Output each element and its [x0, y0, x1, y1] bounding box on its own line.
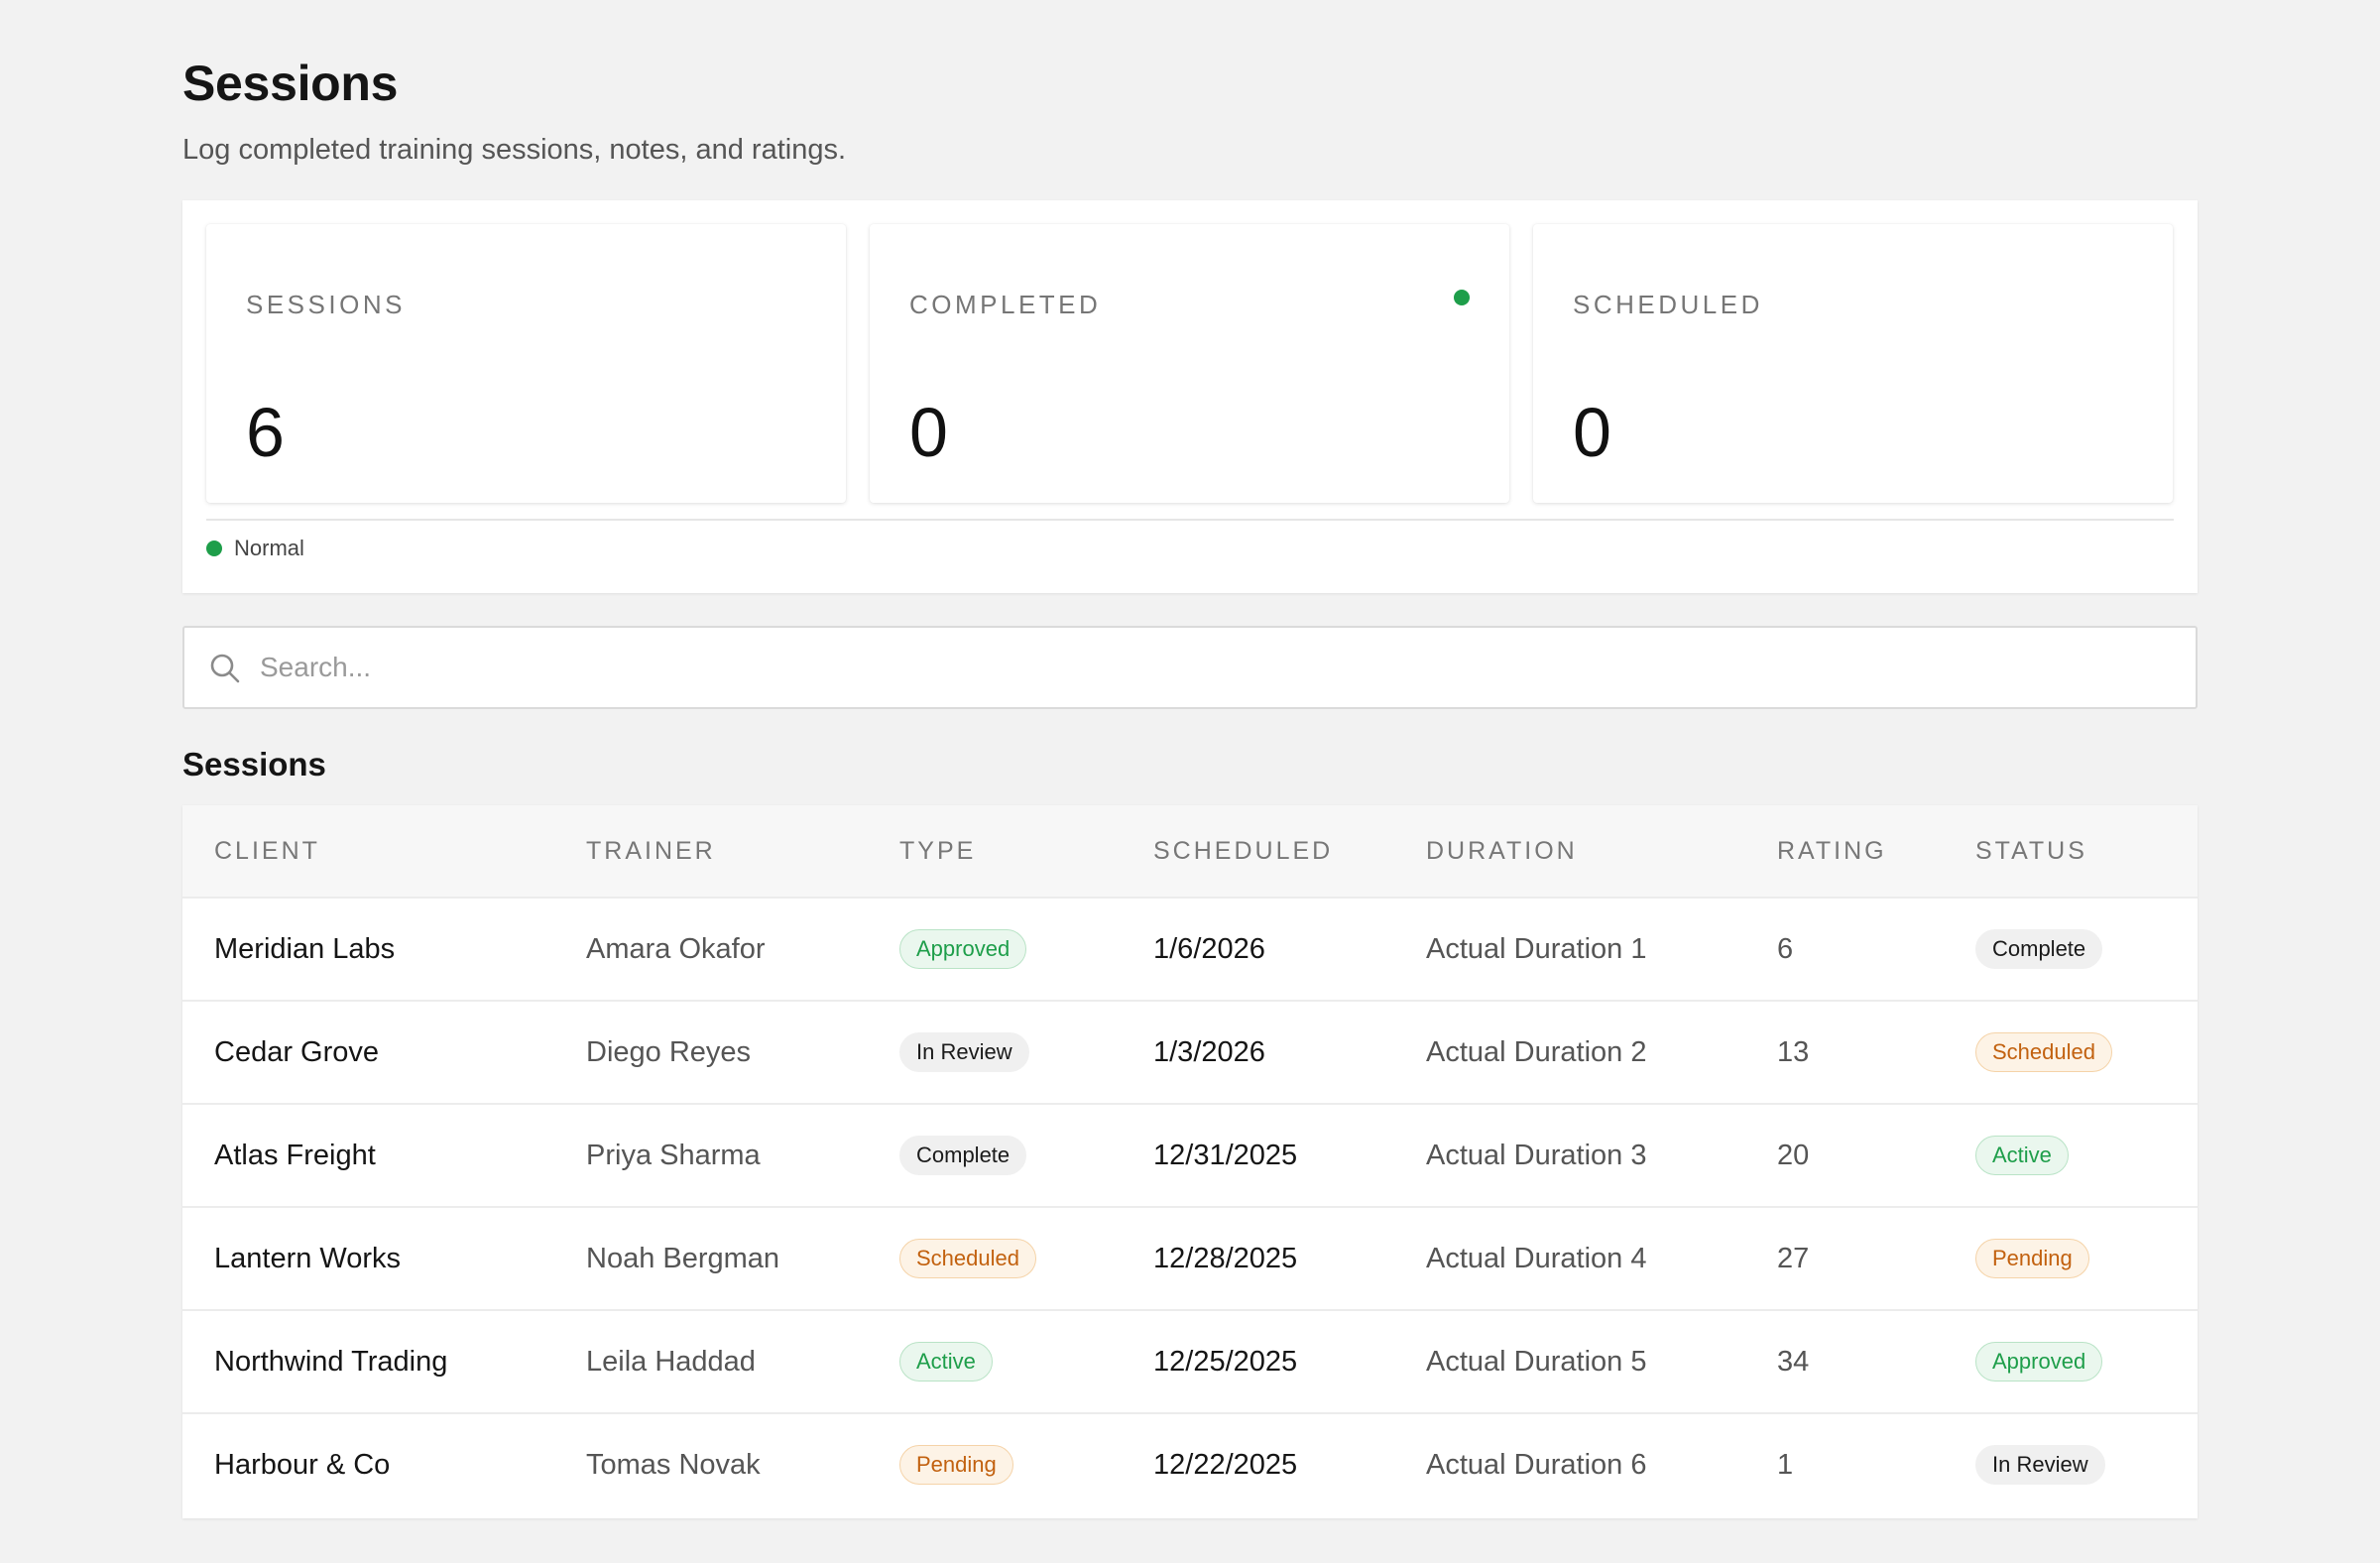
- cell-client: Northwind Trading: [214, 1345, 448, 1378]
- cell-duration: Actual Duration 6: [1426, 1448, 1647, 1481]
- status-badge: Complete: [1975, 929, 2103, 969]
- stats-panel: SESSIONS 6 COMPLETED 0 SCHEDULED 0: [182, 200, 2198, 593]
- cell-rating: 27: [1777, 1242, 1810, 1274]
- status-label: Normal: [234, 536, 304, 560]
- table-row[interactable]: Cedar Grove Diego Reyes In Review 1/3/20…: [182, 1000, 2198, 1103]
- table-row[interactable]: Lantern Works Noah Bergman Scheduled 12/…: [182, 1206, 2198, 1309]
- cell-trainer: Leila Haddad: [586, 1345, 756, 1378]
- cell-scheduled: 12/22/2025: [1153, 1448, 1298, 1481]
- page-subtitle: Log completed training sessions, notes, …: [182, 134, 847, 166]
- cell-client: Meridian Labs: [214, 932, 396, 965]
- cell-duration: Actual Duration 2: [1426, 1035, 1647, 1068]
- cell-duration: Actual Duration 3: [1426, 1139, 1647, 1171]
- column-header-client[interactable]: CLIENT: [214, 837, 320, 866]
- table-row[interactable]: Meridian Labs Amara Okafor Approved 1/6/…: [182, 897, 2198, 1000]
- stat-value: 0: [1573, 394, 1611, 471]
- table-row[interactable]: Harbour & Co Tomas Novak Pending 12/22/2…: [182, 1412, 2198, 1515]
- cell-rating: 1: [1777, 1448, 1794, 1481]
- cell-scheduled: 1/3/2026: [1153, 1035, 1265, 1068]
- cell-client: Cedar Grove: [214, 1035, 380, 1068]
- status-badge: Active: [1975, 1136, 2069, 1175]
- column-header-trainer[interactable]: TRAINER: [586, 837, 716, 866]
- cell-trainer: Diego Reyes: [586, 1035, 752, 1068]
- column-header-duration[interactable]: DURATION: [1426, 837, 1578, 866]
- column-header-type[interactable]: TYPE: [899, 837, 976, 866]
- status-indicator: Normal: [206, 536, 304, 561]
- cell-rating: 6: [1777, 932, 1794, 965]
- cell-client: Lantern Works: [214, 1242, 402, 1274]
- cell-client: Harbour & Co: [214, 1448, 391, 1481]
- column-header-scheduled[interactable]: SCHEDULED: [1153, 837, 1333, 866]
- type-badge: In Review: [899, 1032, 1029, 1072]
- section-title: Sessions: [182, 746, 326, 782]
- status-dot-icon: [1454, 290, 1470, 305]
- type-badge: Scheduled: [899, 1239, 1036, 1278]
- stat-value: 0: [909, 394, 948, 471]
- search-box[interactable]: [182, 626, 2198, 709]
- column-header-status[interactable]: STATUS: [1975, 837, 2087, 866]
- status-badge: Approved: [1975, 1342, 2103, 1382]
- cell-trainer: Noah Bergman: [586, 1242, 780, 1274]
- stat-card-sessions: SESSIONS 6: [206, 224, 846, 503]
- cell-rating: 20: [1777, 1139, 1810, 1171]
- cell-trainer: Priya Sharma: [586, 1139, 761, 1171]
- type-badge: Active: [899, 1342, 993, 1382]
- cell-rating: 34: [1777, 1345, 1810, 1378]
- type-badge: Pending: [899, 1445, 1013, 1485]
- stat-value: 6: [246, 394, 285, 471]
- search-icon: [210, 654, 240, 683]
- stat-card-completed: COMPLETED 0: [870, 224, 1509, 503]
- cell-scheduled: 12/31/2025: [1153, 1139, 1298, 1171]
- cell-rating: 13: [1777, 1035, 1810, 1068]
- column-header-rating[interactable]: RATING: [1777, 837, 1887, 866]
- stat-label: SESSIONS: [246, 290, 406, 319]
- cell-scheduled: 12/28/2025: [1153, 1242, 1298, 1274]
- table-row[interactable]: Northwind Trading Leila Haddad Active 12…: [182, 1309, 2198, 1412]
- status-badge: Scheduled: [1975, 1032, 2112, 1072]
- stat-label: COMPLETED: [909, 290, 1102, 319]
- status-badge: Pending: [1975, 1239, 2089, 1278]
- cell-duration: Actual Duration 5: [1426, 1345, 1647, 1378]
- cell-trainer: Amara Okafor: [586, 932, 766, 965]
- cell-trainer: Tomas Novak: [586, 1448, 761, 1481]
- type-badge: Approved: [899, 929, 1027, 969]
- divider: [206, 519, 2174, 521]
- type-badge: Complete: [899, 1136, 1027, 1175]
- search-input[interactable]: [260, 628, 2174, 707]
- status-dot-icon: [206, 541, 222, 556]
- sessions-table: CLIENT TRAINER TYPE SCHEDULED DURATION R…: [182, 805, 2198, 1518]
- cell-scheduled: 12/25/2025: [1153, 1345, 1298, 1378]
- page-title: Sessions: [182, 56, 399, 111]
- stat-label: SCHEDULED: [1573, 290, 1763, 319]
- cell-duration: Actual Duration 4: [1426, 1242, 1647, 1274]
- cell-duration: Actual Duration 1: [1426, 932, 1647, 965]
- table-row[interactable]: Atlas Freight Priya Sharma Complete 12/3…: [182, 1103, 2198, 1206]
- cell-scheduled: 1/6/2026: [1153, 932, 1265, 965]
- table-header: CLIENT TRAINER TYPE SCHEDULED DURATION R…: [182, 805, 2198, 897]
- cell-client: Atlas Freight: [214, 1139, 376, 1171]
- status-badge: In Review: [1975, 1445, 2105, 1485]
- stat-card-scheduled: SCHEDULED 0: [1533, 224, 2173, 503]
